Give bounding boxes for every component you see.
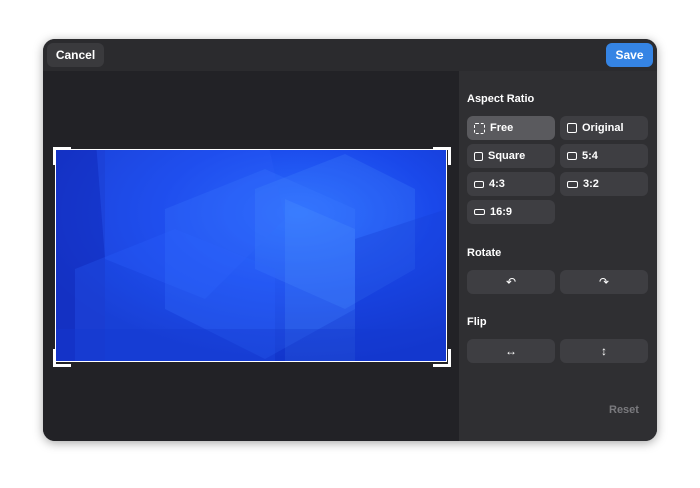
square-icon <box>474 151 483 161</box>
square-icon <box>567 123 577 133</box>
aspect-square-button[interactable]: Square <box>467 144 555 168</box>
crop-canvas <box>43 71 459 441</box>
crop-handle-bottom-left[interactable] <box>53 349 71 367</box>
aspect-3-2-label: 3:2 <box>583 178 599 190</box>
crop-handle-top-right[interactable] <box>433 147 451 165</box>
flip-heading: Flip <box>467 316 487 328</box>
rotate-left-button[interactable]: ↶ <box>467 270 555 294</box>
aspect-original-label: Original <box>582 122 624 134</box>
aspect-3-2-button[interactable]: 3:2 <box>560 172 648 196</box>
image-crop-dialog: Cancel Save Aspect Ratio Free Original S… <box>43 39 657 441</box>
flip-horizontal-button[interactable]: ↔ <box>467 339 555 363</box>
dashed-square-icon <box>474 122 485 134</box>
rotate-heading: Rotate <box>467 247 502 259</box>
rectangle-icon <box>567 152 577 160</box>
aspect-free-button[interactable]: Free <box>467 116 555 140</box>
crop-sidebar: Aspect Ratio Free Original Square 5:4 4:… <box>459 71 657 441</box>
aspect-square-label: Square <box>488 150 526 162</box>
crop-handle-bottom-right[interactable] <box>433 349 451 367</box>
aspect-16-9-label: 16:9 <box>490 206 513 218</box>
reset-button[interactable]: Reset <box>609 404 639 416</box>
crop-selection[interactable] <box>55 149 447 362</box>
aspect-4-3-label: 4:3 <box>489 178 505 190</box>
aspect-5-4-button[interactable]: 5:4 <box>560 144 648 168</box>
rotate-right-icon: ↷ <box>598 275 610 289</box>
aspect-free-label: Free <box>490 122 514 134</box>
rotate-right-button[interactable]: ↷ <box>560 270 648 294</box>
rotate-left-icon: ↶ <box>505 275 517 289</box>
crop-handle-top-left[interactable] <box>53 147 71 165</box>
header-bar: Cancel Save <box>43 39 657 71</box>
save-button[interactable]: Save <box>606 43 653 67</box>
aspect-16-9-button[interactable]: 16:9 <box>467 200 555 224</box>
cancel-button[interactable]: Cancel <box>47 43 104 67</box>
flip-vertical-icon: ↕ <box>601 344 607 358</box>
flip-vertical-button[interactable]: ↕ <box>560 339 648 363</box>
aspect-4-3-button[interactable]: 4:3 <box>467 172 555 196</box>
aspect-original-button[interactable]: Original <box>560 116 648 140</box>
wide-rectangle-icon <box>474 209 485 215</box>
rectangle-icon <box>567 180 578 188</box>
flip-horizontal-icon: ↔ <box>505 344 517 358</box>
aspect-5-4-label: 5:4 <box>582 150 598 162</box>
aspect-ratio-heading: Aspect Ratio <box>467 93 535 105</box>
rectangle-icon <box>474 180 484 188</box>
